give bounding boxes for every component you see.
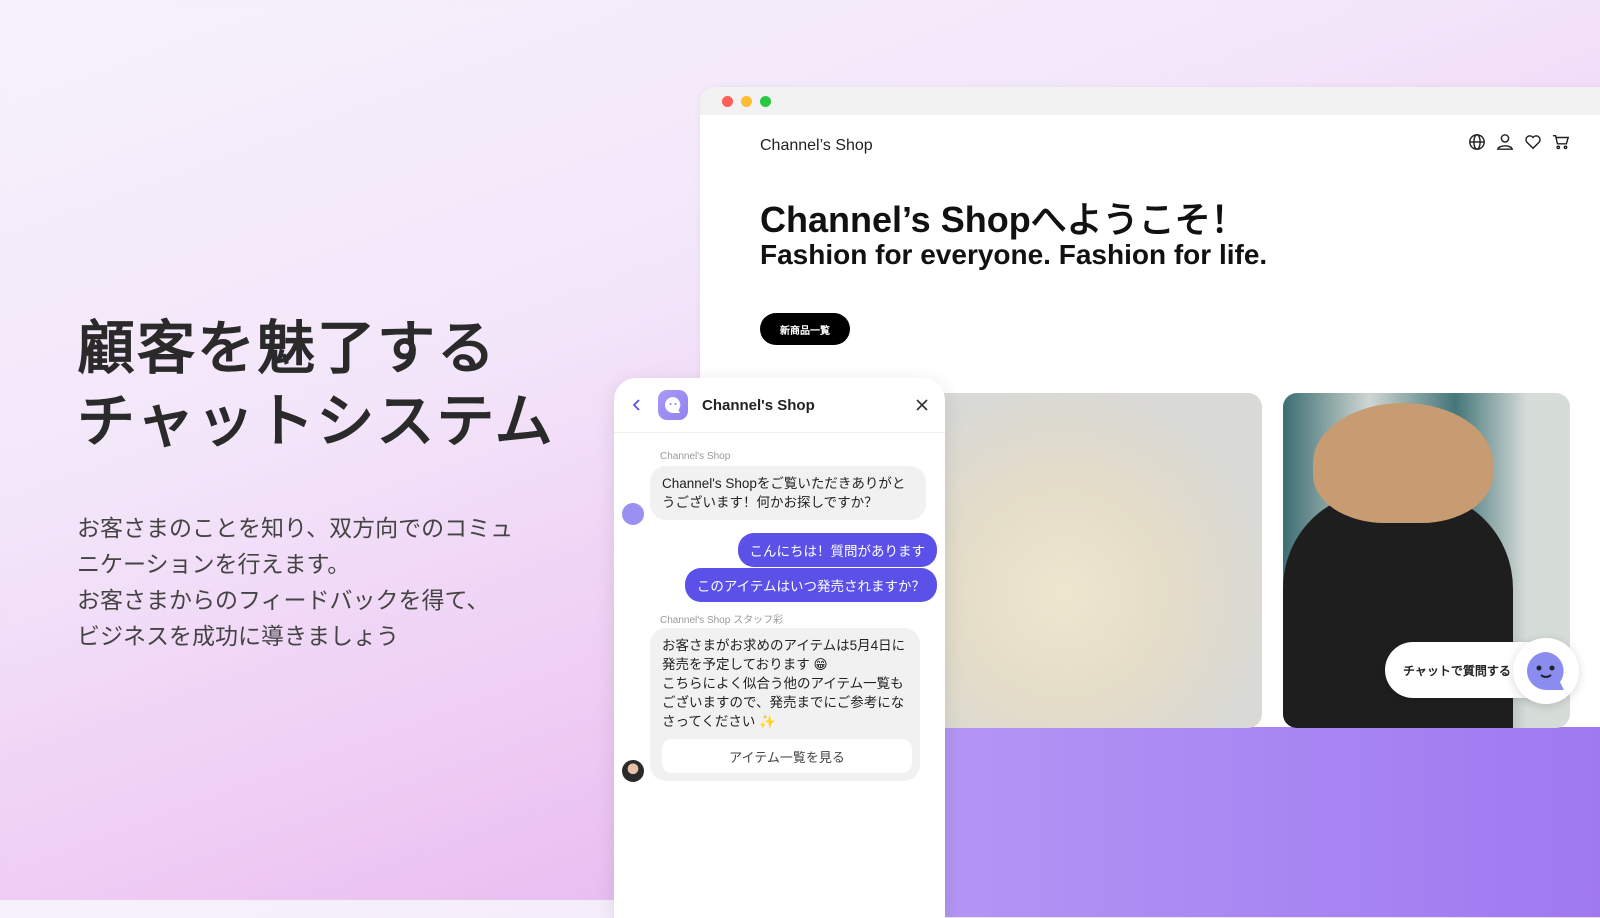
close-icon[interactable] (915, 398, 929, 412)
desc-line: ニケーションを行えます。 (77, 551, 351, 577)
globe-icon[interactable] (1468, 133, 1486, 151)
user-message: このアイテムはいつ発売されますか？ (684, 568, 937, 602)
message-bubble: お客さまがお求めのアイテムは5月4日に発売を予定しております 😁 こちらによく似… (650, 628, 920, 781)
bot-avatar (622, 503, 644, 525)
chat-launcher-button[interactable] (1513, 638, 1579, 704)
welcome-heading: Channel’s Shopへようこそ！ (760, 199, 1247, 240)
chat-widget: Channel's Shop Channel's Shop Channel's … (614, 378, 945, 918)
chat-bot-icon (1527, 652, 1564, 690)
shop-logo[interactable]: Channel’s Shop (760, 137, 873, 155)
hero-line-1: 顧客を魅了する (77, 316, 498, 381)
sneaker-image[interactable] (900, 393, 1262, 728)
message-sender: Channel's Shop スタッフ彩 (660, 615, 784, 626)
desc-line: お客さまからのフィードバックを得て、 (77, 587, 490, 613)
back-icon[interactable] (630, 398, 644, 412)
desc-line: ビジネスを成功に導きましょう (77, 623, 399, 649)
tagline: Fashion for everyone. Fashion for life. (760, 239, 1268, 270)
message-sender: Channel's Shop (660, 451, 731, 462)
user-message: こんにちは！質問があります (737, 533, 937, 567)
desc-line: お客さまのことを知り、双方向でのコミュ (77, 515, 514, 541)
message-bubble: Channel's Shopをご覧いただきありがとうございます！何かお探しですか… (650, 466, 926, 520)
close-dot[interactable] (722, 95, 733, 107)
hero-description: お客さまのことを知り、双方向でのコミュ ニケーションを行えます。 お客さまからの… (77, 510, 547, 654)
minimize-dot[interactable] (741, 95, 752, 107)
new-items-button[interactable]: 新商品一覧 (760, 313, 850, 345)
hero-title: 顧客を魅了する チャットシステム (77, 312, 555, 458)
maximize-dot[interactable] (760, 95, 771, 107)
heart-icon[interactable] (1524, 133, 1542, 151)
staff-avatar (622, 760, 644, 782)
view-items-button[interactable]: アイテム一覧を見る (662, 739, 912, 773)
hero-line-2: チャットシステム (77, 389, 555, 454)
user-icon[interactable] (1496, 133, 1514, 151)
shop-chat-logo (658, 390, 688, 420)
title-bar (700, 87, 1600, 115)
cart-icon[interactable] (1552, 133, 1570, 151)
message-text: お客さまがお求めのアイテムは5月4日に発売を予定しております 😁 こちらによく似… (662, 638, 906, 729)
chat-title: Channel's Shop (702, 396, 815, 414)
